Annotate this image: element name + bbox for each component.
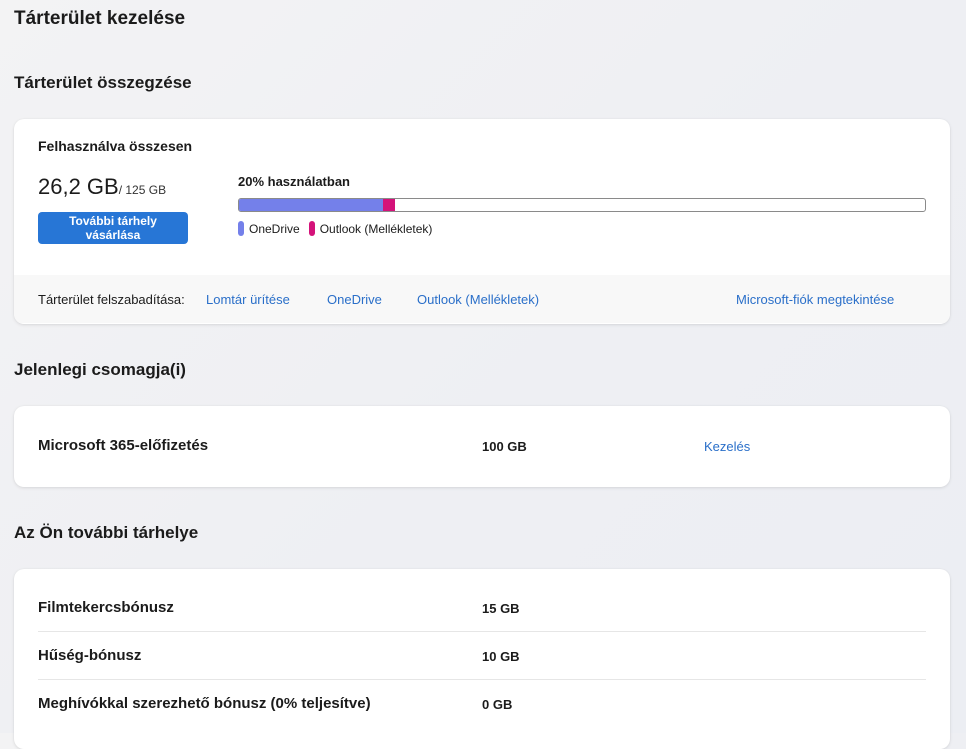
current-plans-title: Jelenlegi csomagja(i) [14, 360, 186, 379]
empty-recycle-bin-link[interactable]: Lomtár ürítése [206, 292, 290, 307]
legend-swatch-outlook [308, 221, 315, 236]
legend-item-outlook: Outlook (Mellékletek) [308, 221, 433, 236]
view-microsoft-account-link[interactable]: Microsoft-fiók megtekintése [736, 292, 894, 307]
used-amount: 26,2 GB/ 125 GB [38, 174, 166, 200]
bonus-row-size-0: 15 GB [482, 601, 520, 616]
bonus-row-size-2: 0 GB [482, 697, 513, 712]
free-up-label: Tárterület felszabadítása: [38, 292, 185, 307]
bonus-row-name-1: Hűség-bónusz [38, 647, 142, 664]
current-plans-card: Microsoft 365-előfizetés 100 GB Kezelés [14, 406, 950, 487]
total-amount-value: / 125 GB [118, 183, 167, 197]
bonus-row-name-2: Meghívókkal szerezhető bónusz (0% teljes… [38, 695, 371, 712]
usage-bar-segment-1 [383, 199, 396, 211]
legend-item-onedrive: OneDrive [238, 221, 300, 236]
bonus-row-name-0: Filmtekercsbónusz [38, 599, 174, 616]
usage-bar [238, 198, 926, 212]
row-divider [38, 679, 926, 680]
plan-size: 100 GB [482, 439, 527, 454]
additional-storage-card: Filmtekercsbónusz 15 GB Hűség-bónusz 10 … [14, 569, 950, 749]
used-amount-value: 26,2 GB [38, 174, 119, 199]
free-up-footer: Tárterület felszabadítása: Lomtár ürítés… [14, 275, 950, 323]
outlook-attachments-link[interactable]: Outlook (Mellékletek) [417, 292, 539, 307]
manage-plan-link[interactable]: Kezelés [704, 439, 750, 454]
additional-storage-title: Az Ön további tárhelye [14, 523, 199, 542]
plan-name: Microsoft 365-előfizetés [38, 437, 209, 454]
onedrive-link[interactable]: OneDrive [327, 292, 382, 307]
buy-more-storage-button[interactable]: További tárhely vásárlása [38, 212, 188, 244]
usage-percent-label: 20% használatban [238, 174, 350, 189]
bonus-row-size-1: 10 GB [482, 649, 520, 664]
usage-legend: OneDrive Outlook (Mellékletek) [238, 221, 441, 236]
storage-summary-card: Felhasználva összesen 26,2 GB/ 125 GB To… [14, 119, 950, 324]
page-title: Tárterület kezelése [14, 8, 186, 29]
usage-bar-segment-0 [239, 199, 384, 211]
used-total-label: Felhasználva összesen [38, 138, 193, 154]
row-divider [38, 631, 926, 632]
legend-label-onedrive: OneDrive [249, 221, 300, 236]
legend-label-outlook: Outlook (Mellékletek) [319, 221, 433, 236]
legend-swatch-onedrive [238, 221, 244, 236]
storage-summary-title: Tárterület összegzése [14, 73, 192, 92]
